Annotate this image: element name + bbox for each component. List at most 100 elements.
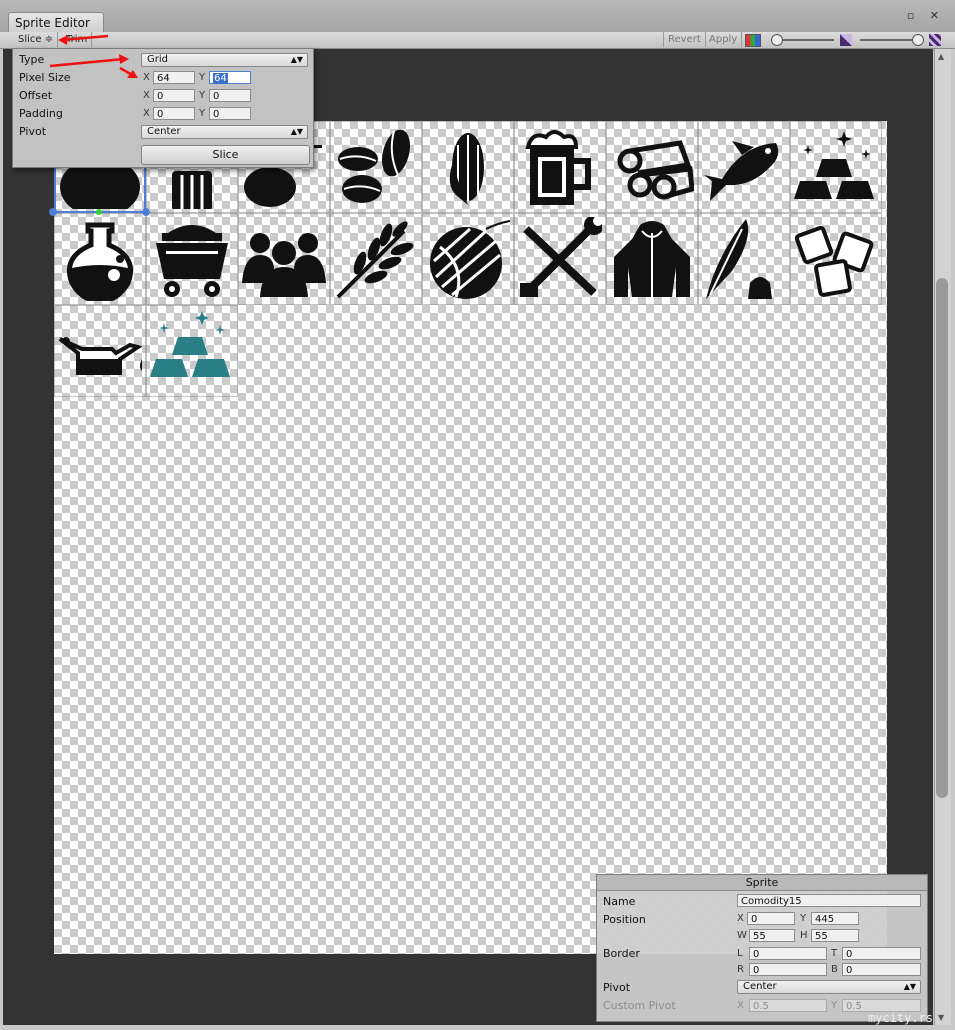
border-label: Border [603, 947, 640, 960]
custom-pivot-label: Custom Pivot [603, 999, 676, 1012]
coat-icon [614, 221, 690, 297]
offset-y-axis: Y [199, 90, 206, 101]
pivot-dropdown[interactable]: Center ▲▼ [141, 125, 308, 139]
pos-w-axis: W [737, 930, 747, 941]
zoom-slider-thumb[interactable] [771, 34, 783, 46]
border-b-input[interactable]: 0 [842, 963, 921, 976]
mip-slider-track[interactable] [860, 39, 920, 41]
padding-y-axis: Y [199, 108, 206, 119]
sprite-cell[interactable] [238, 213, 330, 305]
apply-button[interactable]: Apply [705, 32, 743, 47]
sprite-cell[interactable] [422, 213, 514, 305]
selection-handle[interactable] [96, 209, 102, 215]
border-r-input[interactable]: 0 [749, 963, 827, 976]
annotation-arrows [49, 34, 138, 78]
padding-y-input[interactable]: 0 [209, 107, 251, 120]
wheat-icon [336, 221, 414, 299]
revert-button[interactable]: Revert [663, 32, 706, 47]
mip-large-icon [929, 34, 941, 46]
sprite-cell[interactable] [54, 213, 146, 305]
sprite-cell[interactable] [790, 121, 882, 213]
selection-handle[interactable] [142, 208, 150, 216]
watermark: mycity.rs [868, 1011, 934, 1025]
pos-h-axis: H [800, 930, 808, 941]
sprite-cell[interactable] [606, 121, 698, 213]
sprite-cell[interactable] [330, 213, 422, 305]
sprite-name-input[interactable]: Comodity15 [737, 894, 921, 907]
tools-icon [520, 217, 602, 297]
sprite-inspector-panel: Sprite Name Comodity15 Position X 0 Y 44… [596, 874, 928, 1022]
sprite-cell[interactable] [514, 121, 606, 213]
padding-x-axis: X [143, 108, 150, 119]
sprite-cell[interactable] [698, 121, 790, 213]
offset-y-input[interactable]: 0 [209, 89, 251, 102]
yarn-ball-icon [430, 220, 510, 299]
window-controls[interactable]: ▫ ✕ [907, 9, 945, 22]
dropdown-arrow-icon: ▲▼ [903, 982, 916, 991]
coffee-beans-icon [338, 129, 411, 203]
pos-y-axis: Y [800, 913, 807, 924]
slice-button[interactable]: Slice [141, 145, 310, 165]
mip-small-icon [840, 34, 852, 46]
sprite-cell[interactable] [146, 305, 238, 397]
offset-label: Offset [19, 89, 53, 102]
pos-x-axis: X [737, 913, 744, 924]
scrollbar-thumb[interactable] [936, 278, 948, 798]
sprite-cell[interactable] [514, 213, 606, 305]
sprite-sheet-canvas[interactable] [54, 121, 887, 954]
position-y-input[interactable]: 445 [811, 912, 859, 925]
custom-pivot-x-input[interactable]: 0.5 [749, 999, 827, 1012]
pivot-value: Center [147, 126, 181, 137]
mip-slider-thumb[interactable] [912, 34, 924, 46]
custom-x-axis: X [737, 1000, 744, 1011]
arrow-icon [49, 54, 129, 68]
arrow-icon [58, 34, 109, 45]
padding-label: Padding [19, 107, 63, 120]
border-t-axis: T [831, 948, 838, 959]
custom-y-axis: Y [831, 1000, 838, 1011]
border-r-axis: R [737, 964, 744, 975]
sprite-cell[interactable] [422, 121, 514, 213]
sprite-panel-title: Sprite [597, 875, 927, 891]
sprite-cell[interactable] [698, 213, 790, 305]
position-w-input[interactable]: 55 [749, 929, 795, 942]
border-b-axis: B [831, 964, 838, 975]
sprite-pivot-value: Center [743, 981, 777, 992]
beer-mug-icon [525, 130, 591, 205]
quill-ink-icon [706, 219, 772, 299]
corn-icon [449, 133, 484, 205]
pivot-label: Pivot [19, 125, 47, 138]
fish-icon [704, 141, 779, 201]
scroll-up-icon[interactable]: ▲ [938, 52, 944, 61]
name-label: Name [603, 895, 636, 908]
potion-flask-icon [66, 222, 134, 301]
logs-icon [617, 140, 694, 200]
position-label: Position [603, 913, 646, 926]
dropdown-arrow-icon: ▲▼ [290, 127, 303, 136]
scroll-down-icon[interactable]: ▼ [938, 1013, 944, 1022]
sprite-cell[interactable] [146, 213, 238, 305]
position-x-input[interactable]: 0 [747, 912, 795, 925]
border-l-input[interactable]: 0 [749, 947, 827, 960]
sprite-cell[interactable] [606, 213, 698, 305]
sprite-cell[interactable] [790, 213, 882, 305]
border-t-input[interactable]: 0 [842, 947, 921, 960]
gold-bars-icon [794, 131, 874, 199]
padding-x-input[interactable]: 0 [153, 107, 195, 120]
position-h-input[interactable]: 55 [811, 929, 859, 942]
people-icon [242, 233, 326, 297]
border-l-axis: L [737, 948, 743, 959]
offset-x-input[interactable]: 0 [153, 89, 195, 102]
teal-bars-icon [150, 311, 230, 377]
sprite-pivot-label: Pivot [603, 981, 631, 994]
sprite-cell[interactable] [54, 305, 146, 397]
arrow-icon [119, 66, 138, 78]
oil-can-icon [58, 337, 142, 375]
sprite-cell[interactable] [330, 121, 422, 213]
mine-cart-icon [156, 225, 228, 297]
sprite-pivot-dropdown[interactable]: Center ▲▼ [737, 980, 921, 994]
offset-x-axis: X [143, 90, 150, 101]
ice-cubes-icon [794, 225, 874, 297]
selection-handle[interactable] [49, 208, 57, 216]
color-toggle-icon[interactable] [745, 34, 761, 47]
